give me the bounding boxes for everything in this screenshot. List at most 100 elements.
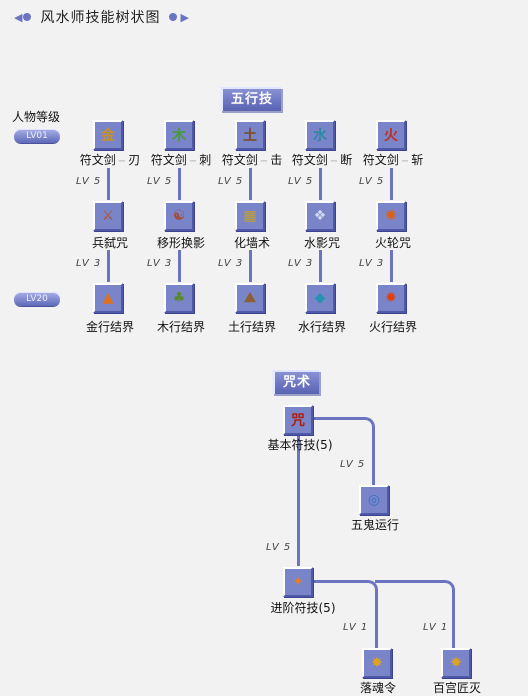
skill-suffix: 斩: [411, 153, 424, 167]
skill-label: 水行结界: [297, 320, 347, 334]
skill-label: 火行结界: [368, 320, 418, 334]
skill-label: 符文剑 − 刺: [151, 151, 211, 168]
skill-craft-destroy[interactable]: ✸: [441, 648, 471, 678]
level-requirement: LV 5: [266, 542, 292, 553]
connector-line: [375, 580, 455, 648]
skill-wood-barrier[interactable]: ♣: [164, 283, 194, 313]
level-requirement: LV 5: [147, 176, 173, 187]
skill-earth-barrier[interactable]: ⛰: [235, 283, 265, 313]
connector-line: [107, 168, 110, 200]
skill-label: 符文剑 − 击: [222, 151, 282, 168]
skill-metal-barrier[interactable]: ▲: [93, 283, 123, 313]
skill-rune-sword-wood[interactable]: 木: [164, 120, 194, 150]
connector-line: [178, 168, 181, 200]
skill-soul-fall[interactable]: ✸: [362, 648, 392, 678]
level-requirement: LV 5: [76, 176, 102, 187]
skill-label: 金行结界: [85, 320, 135, 334]
level-badge-lv01: LV01: [14, 129, 60, 143]
connector-line: [249, 250, 252, 282]
skill-fire-wheel[interactable]: ✺: [376, 201, 406, 231]
water-shadow-icon: ❖: [313, 208, 327, 224]
skill-name: 符文剑: [362, 153, 399, 167]
basic-talisman-icon: 咒: [291, 413, 305, 429]
skill-shadow-shift[interactable]: ☯: [164, 201, 194, 231]
skill-fire-barrier[interactable]: ✹: [376, 283, 406, 313]
skill-rune-sword-metal[interactable]: 金: [93, 120, 123, 150]
level-requirement: LV 5: [340, 459, 366, 470]
skill-label: 落魂令: [359, 681, 397, 695]
skill-suffix: 刺: [199, 153, 212, 167]
fire-barrier-icon: ✹: [385, 290, 397, 306]
separator: −: [259, 156, 269, 167]
connector-line: [297, 436, 300, 566]
skill-label: 水影咒: [303, 236, 341, 250]
skill-label: 基本符技(5): [267, 438, 333, 452]
level-requirement: LV 3: [218, 258, 244, 269]
arrow-left-icon: ◀: [14, 10, 23, 24]
skill-suffix: 击: [270, 153, 283, 167]
level-requirement: LV 5: [288, 176, 314, 187]
craft-destroy-icon: ✸: [450, 655, 462, 671]
connector-line: [249, 168, 252, 200]
shadow-shift-icon: ☯: [172, 208, 186, 224]
skill-label: 五鬼运行: [350, 518, 400, 532]
rune-sword-metal-icon: 金: [101, 128, 115, 144]
skill-label: 进阶符技(5): [270, 601, 336, 615]
skill-rune-sword-water[interactable]: 水: [305, 120, 335, 150]
level-requirement: LV 5: [218, 176, 244, 187]
level-requirement: LV 3: [147, 258, 173, 269]
skill-suffix: 刃: [128, 153, 141, 167]
level-requirement: LV 3: [288, 258, 314, 269]
rune-sword-fire-icon: 火: [384, 128, 398, 144]
skill-label: 土行结界: [227, 320, 277, 334]
skill-name: 符文剑: [79, 153, 116, 167]
skill-label: 火轮咒: [374, 236, 412, 250]
skill-label: 符文剑 − 断: [292, 151, 352, 168]
skill-suffix: 断: [340, 153, 353, 167]
rune-sword-earth-icon: 土: [243, 128, 257, 144]
level-header: 人物等级: [12, 110, 61, 124]
connector-line: [390, 250, 393, 282]
arrow-right-icon: ▶: [180, 10, 189, 24]
separator: −: [329, 156, 339, 167]
section-badge-wuxing: 五行技: [220, 87, 282, 111]
level-requirement: LV 5: [359, 176, 385, 187]
skill-label: 符文剑 − 斩: [363, 151, 423, 168]
level-badge-lv20: LV20: [14, 292, 60, 306]
skill-wall-spell[interactable]: ▦: [235, 201, 265, 231]
skill-water-shadow[interactable]: ❖: [305, 201, 335, 231]
dot-icon: [23, 13, 32, 21]
advanced-talisman-icon: ✦: [292, 574, 304, 590]
section-badge-zhoushu: 咒术: [272, 370, 320, 394]
skill-water-barrier[interactable]: ◆: [305, 283, 335, 313]
skill-five-ghosts[interactable]: ◎: [359, 485, 389, 515]
connector-line: [319, 168, 322, 200]
skill-label: 符文剑 − 刃: [80, 151, 140, 168]
dot-icon: [169, 13, 178, 21]
skill-name: 符文剑: [150, 153, 187, 167]
skill-label: 移形换影: [156, 236, 206, 250]
separator: −: [188, 156, 198, 167]
skill-blade-curse[interactable]: ⚔: [93, 201, 123, 231]
skill-name: 符文剑: [221, 153, 258, 167]
skill-basic-talisman[interactable]: 咒: [283, 405, 313, 435]
level-requirement: LV 3: [76, 258, 102, 269]
rune-sword-wood-icon: 木: [172, 128, 186, 144]
skill-rune-sword-earth[interactable]: 土: [235, 120, 265, 150]
level-requirement: LV 1: [423, 622, 449, 633]
separator: −: [117, 156, 127, 167]
separator: −: [400, 156, 410, 167]
rune-sword-water-icon: 水: [313, 128, 327, 144]
skill-rune-sword-fire[interactable]: 火: [376, 120, 406, 150]
wood-barrier-icon: ♣: [172, 290, 186, 306]
wall-spell-icon: ▦: [243, 208, 257, 224]
connector-line: [107, 250, 110, 282]
skill-advanced-talisman[interactable]: ✦: [283, 567, 313, 597]
earth-barrier-icon: ⛰: [244, 290, 256, 306]
soul-fall-icon: ✸: [371, 655, 383, 671]
page-title: ◀ 风水师技能树状图 ▶: [14, 7, 189, 27]
five-ghosts-icon: ◎: [367, 492, 381, 508]
page-title-text: 风水师技能树状图: [40, 10, 161, 26]
level-requirement: LV 3: [359, 258, 385, 269]
blade-curse-icon: ⚔: [101, 208, 115, 224]
